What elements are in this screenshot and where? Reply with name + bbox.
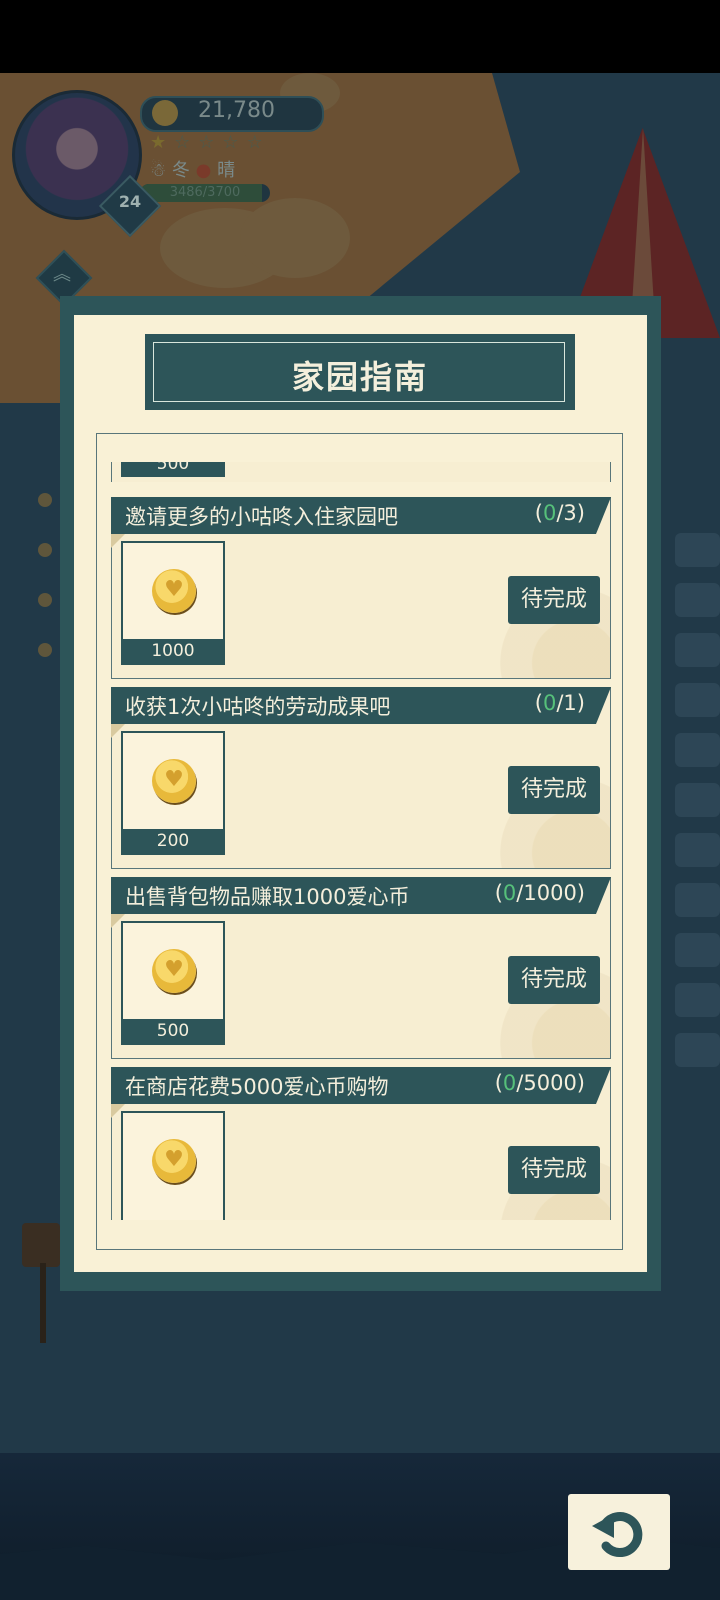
reward-box: ♥ 500 <box>121 921 225 1045</box>
heart-coin-icon <box>152 100 178 126</box>
task-progress: (0/5000) <box>495 1071 585 1095</box>
pending-button[interactable]: 待完成 <box>508 576 600 624</box>
progress-current: 0 <box>502 1071 517 1095</box>
progress-open: ( <box>534 691 543 715</box>
task-list[interactable]: 500 邀请更多的小咕咚入住家园吧 (0/3) ♥ 1000 待完成 收获1次小… <box>111 462 611 1220</box>
reward-amount: 1000 <box>123 639 223 663</box>
progress-open: ( <box>494 1071 503 1095</box>
xp-text: 3486/3700 <box>169 185 241 200</box>
coin-value: 21,780 <box>198 98 275 123</box>
heart-coin-icon: ♥ <box>152 949 196 993</box>
xp-bar: 3486/3700 <box>140 184 270 202</box>
progress-rest: /1) <box>556 691 585 715</box>
progress-rest: /5000) <box>516 1071 585 1095</box>
heart-icon: ♥ <box>164 1147 184 1172</box>
dialog-title-plate: 家园指南 <box>145 334 575 410</box>
star-icon: ☆ <box>198 132 223 153</box>
progress-open: ( <box>534 501 543 525</box>
progress-current: 0 <box>542 501 557 525</box>
side-tile <box>675 783 720 817</box>
rating-stars: ★☆☆☆☆ <box>150 132 271 153</box>
progress-open: ( <box>494 881 503 905</box>
task-name: 在商店花费5000爱心币购物 <box>125 1075 389 1099</box>
pending-button[interactable]: 待完成 <box>508 1146 600 1194</box>
task-name: 出售背包物品赚取1000爱心币 <box>125 885 410 909</box>
reward-box: ♥ <box>121 1111 225 1220</box>
heart-icon: ♥ <box>164 767 184 792</box>
heart-icon: ♥ <box>164 957 184 982</box>
heart-icon: ♥ <box>164 577 184 602</box>
star-icon: ★ <box>150 132 175 153</box>
side-tile <box>675 883 720 917</box>
task-name: 收获1次小咕咚的劳动成果吧 <box>125 695 391 719</box>
back-arrow-icon <box>592 1512 643 1557</box>
task-progress: (0/3) <box>535 501 585 525</box>
side-tile <box>675 833 720 867</box>
weather-row: ☃ 冬 ● 晴 <box>150 156 235 182</box>
side-tile <box>675 1033 720 1067</box>
side-tile <box>675 683 720 717</box>
progress-current: 0 <box>502 881 517 905</box>
side-tile <box>675 933 720 967</box>
reward-amount: 500 <box>123 1019 223 1043</box>
signpost-pole <box>40 1263 46 1343</box>
task-item: 出售背包物品赚取1000爱心币 (0/1000) ♥ 500 待完成 <box>111 877 611 1059</box>
season-label: 冬 <box>171 160 190 181</box>
side-tile <box>675 983 720 1017</box>
dialog-title: 家园指南 <box>291 358 428 396</box>
back-button[interactable] <box>568 1494 670 1570</box>
reward-box: ♥ 200 <box>121 731 225 855</box>
task-progress: (0/1000) <box>495 881 585 905</box>
task-name: 邀请更多的小咕咚入住家园吧 <box>125 505 398 529</box>
task-item: 邀请更多的小咕咚入住家园吧 (0/3) ♥ 1000 待完成 <box>111 497 611 679</box>
flower-icon <box>38 593 52 607</box>
side-tile <box>675 583 720 617</box>
weather-label: 晴 <box>217 160 236 181</box>
progress-rest: /3) <box>556 501 585 525</box>
heart-coin-icon: ♥ <box>152 569 196 613</box>
star-icon: ☆ <box>222 132 247 153</box>
heart-coin-icon: ♥ <box>152 759 196 803</box>
progress-current: 0 <box>542 691 557 715</box>
task-item-partial: 500 <box>111 462 611 482</box>
level-value: 24 <box>118 192 142 211</box>
reward-amount: 500 <box>121 462 225 477</box>
side-tile <box>675 733 720 767</box>
sun-icon: ● <box>195 160 212 181</box>
pending-button[interactable]: 待完成 <box>508 766 600 814</box>
star-icon: ☆ <box>174 132 199 153</box>
flower-icon <box>38 543 52 557</box>
snowman-icon: ☃ <box>150 160 167 181</box>
heart-coin-icon: ♥ <box>152 1139 196 1183</box>
signpost-icon <box>22 1223 60 1267</box>
double-chevron-up-icon: ︽ <box>53 264 71 285</box>
progress-rest: /1000) <box>516 881 585 905</box>
task-item: 收获1次小咕咚的劳动成果吧 (0/1) ♥ 200 待完成 <box>111 687 611 869</box>
side-tile <box>675 633 720 667</box>
player-hud: 21,780 ★☆☆☆☆ ☃ 冬 ● 晴 3486/3700 24 ︽ <box>12 88 332 307</box>
flower-icon <box>38 493 52 507</box>
pending-button[interactable]: 待完成 <box>508 956 600 1004</box>
task-progress: (0/1) <box>535 691 585 715</box>
task-item: 在商店花费5000爱心币购物 (0/5000) ♥ 待完成 <box>111 1067 611 1220</box>
reward-box: ♥ 1000 <box>121 541 225 665</box>
reward-amount: 200 <box>123 829 223 853</box>
star-icon: ☆ <box>246 132 271 153</box>
flower-icon <box>38 643 52 657</box>
status-bar <box>0 0 720 73</box>
side-tile <box>675 533 720 567</box>
